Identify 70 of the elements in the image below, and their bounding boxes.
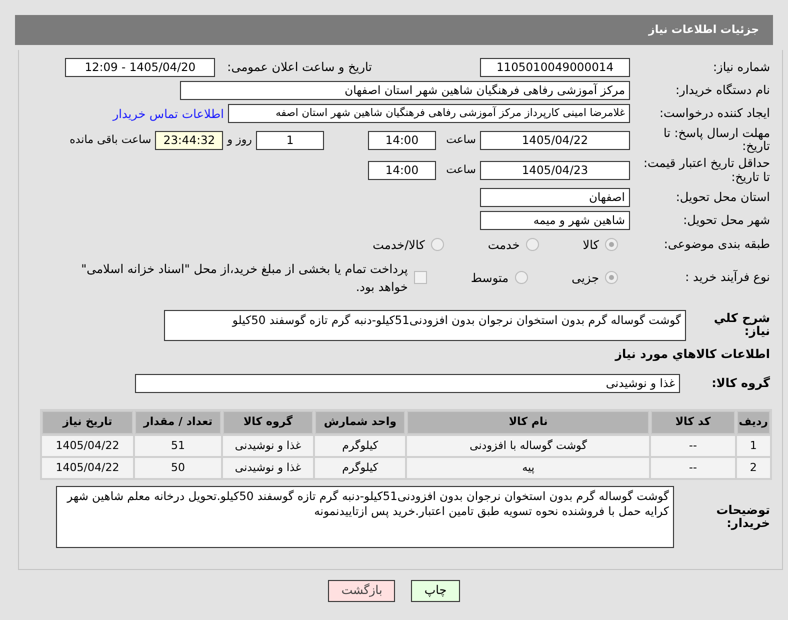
field-label: شماره نیاز: <box>712 60 770 74</box>
table-cell: -- <box>651 436 735 456</box>
days-label: روز و <box>227 132 252 148</box>
table-cell: 50 <box>135 458 221 478</box>
back-button[interactable]: بازگشت <box>328 580 396 602</box>
radio-button[interactable] <box>430 238 444 252</box>
notes-box[interactable]: گوشت گوساله گرم بدون استخوان نرجوان بدون افزودنی51کیلو-دنبه گرم تازه گوسفند 50کیلو.تحویل درخانه معلم شاهین شهر کرایه حمل با فروشنده نحوه تسویه طبق تامین اعتبار.خرید پس ازتاییدنمونه <box>56 486 674 548</box>
column-header: تاریخ نیاز <box>42 410 134 434</box>
field-label: شهر محل تحویل: <box>682 214 770 227</box>
buyer-field[interactable]: مرکز آموزشی رفاهی فرهنگیان شاهین شهر استان اصفهان <box>180 81 630 100</box>
table-cell: کیلوگرم <box>315 436 406 456</box>
days-field[interactable]: 1 <box>256 130 324 150</box>
column-header: تعداد / مقدار <box>135 410 221 434</box>
table-cell: غذا و نوشیدنی <box>222 436 314 456</box>
time-label: ساعت <box>445 132 476 148</box>
radio-button[interactable] <box>526 238 539 252</box>
table-cell: 2 <box>736 458 770 478</box>
field-label: طبقه بندی موضوعی: <box>662 238 770 252</box>
radio-label: کالا/خدمت <box>372 236 425 254</box>
column-header: ردیف <box>736 410 770 434</box>
field-label: گروه کالا: <box>710 376 770 390</box>
field-label: ایجاد کننده درخواست: <box>658 106 770 120</box>
field-label: تاریخ و ساعت اعلان عمومی: <box>227 60 372 74</box>
requester-field[interactable]: غلامرضا امینی کارپرداز مرکز آموزشی رفاهی فرهنگیان شاهین شهر استان اصفه <box>228 104 630 123</box>
date-field[interactable]: 1405/04/20 - 12:09 <box>65 58 216 77</box>
countdown-field[interactable]: 23:44:32 <box>155 130 224 150</box>
table-cell: 1 <box>736 436 770 456</box>
field-label: استان محل تحویل: <box>674 190 770 204</box>
radio-label: متوسط <box>470 270 509 287</box>
radio-button[interactable] <box>605 238 618 252</box>
page-title: جزئیات اطلاعات نیاز <box>648 22 759 38</box>
checkbox-label: پرداخت تمام یا بخشی از مبلغ خرید،از محل "اسناد خزانه اسلامی" خواهد بود. <box>80 260 408 296</box>
field-label: نوع فرآیند خرید : <box>684 271 770 284</box>
field-label: مهلت ارسال پاسخ: تا تاریخ: <box>662 127 770 154</box>
time-field[interactable]: 14:00 <box>368 161 436 180</box>
contact-link[interactable]: اطلاعات تماس خریدار <box>112 104 224 122</box>
table-cell: پیه <box>407 458 650 478</box>
radio-label: جزیی <box>572 270 599 287</box>
province-field[interactable]: اصفهان <box>480 188 630 207</box>
print-button[interactable]: چاپ <box>411 580 460 602</box>
date-field[interactable]: 1405/04/22 <box>480 130 630 150</box>
table-cell: غذا و نوشیدنی <box>222 458 314 478</box>
table-cell: کیلوگرم <box>315 458 406 478</box>
radio-button[interactable] <box>514 271 528 284</box>
field-label: توضیحات خریدار: <box>715 504 770 530</box>
radio-label: کالا <box>582 236 599 254</box>
description-box[interactable]: گوشت گوساله گرم بدون استخوان نرجوان بدون افزودنی51کیلو-دنبه گرم تازه گوسفند 50کیلو <box>164 310 686 341</box>
field-label: شرح کلي نياز: <box>712 312 770 338</box>
time-label: ساعت <box>445 162 476 178</box>
table-cell: 51 <box>135 436 221 456</box>
table-cell: -- <box>651 458 735 478</box>
table-cell: 1405/04/22 <box>42 436 134 456</box>
date-field[interactable]: 1405/04/23 <box>480 161 630 180</box>
goods-group-field[interactable]: غذا و نوشیدنی <box>135 374 680 393</box>
time-field[interactable]: 14:00 <box>368 130 436 150</box>
field-label: حداقل تاریخ اعتبار قیمت: تا تاریخ: <box>642 157 770 184</box>
radio-label: خدمت <box>488 236 520 254</box>
table-cell: گوشت گوساله با افزودنی <box>407 436 650 456</box>
table-cell: 1405/04/22 <box>42 458 134 478</box>
column-header: کد کالا <box>651 410 735 434</box>
radio-button[interactable] <box>605 271 618 284</box>
column-header: واحد شمارش <box>315 410 406 434</box>
column-header: نام کالا <box>407 410 650 434</box>
city-field[interactable]: شاهین شهر و میمه <box>480 210 630 230</box>
checkbox[interactable] <box>414 271 427 284</box>
section-heading: اطلاعات کالاهاي مورد نياز <box>615 346 770 364</box>
column-header: گروه کالا <box>222 410 314 434</box>
field-label: نام دستگاه خریدار: <box>674 84 770 98</box>
remaining-label: ساعت باقی مانده <box>70 132 152 148</box>
need-number-field[interactable]: 1105010049000014 <box>480 58 630 77</box>
